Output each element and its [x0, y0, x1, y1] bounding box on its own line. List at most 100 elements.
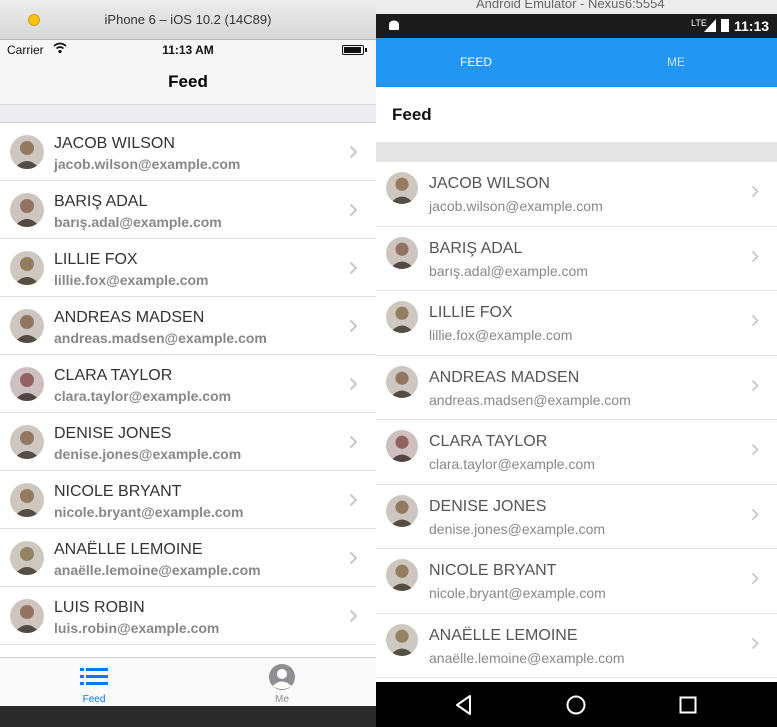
- user-name: CLARA TAYLOR: [429, 433, 548, 450]
- avatar: [10, 599, 44, 633]
- signal-icon: [704, 19, 716, 32]
- list-item[interactable]: BARIŞ ADAL barış.adal@example.com: [0, 181, 376, 239]
- simulator-title-bar: iPhone 6 – iOS 10.2 (14C89): [0, 0, 376, 40]
- tab-me-label: ME: [667, 55, 685, 69]
- tab-feed[interactable]: Feed: [0, 658, 188, 707]
- list-section-header: [0, 104, 376, 123]
- tab-feed[interactable]: FEED: [376, 38, 576, 87]
- user-name: ANDREAS MADSEN: [54, 309, 205, 326]
- user-email: barış.adal@example.com: [54, 214, 222, 230]
- chevron-right-icon: [349, 609, 358, 623]
- ios-user-list[interactable]: JACOB WILSON jacob.wilson@example.com BA…: [0, 123, 376, 657]
- list-icon: [80, 668, 108, 685]
- status-time: 11:13 AM: [162, 43, 214, 57]
- list-item[interactable]: ANDREAS MADSEN andreas.madsen@example.co…: [376, 356, 777, 420]
- user-name: NICOLE BRYANT: [429, 562, 557, 579]
- tab-feed-label: FEED: [459, 55, 492, 69]
- list-item[interactable]: DENISE JONES denise.jones@example.com: [376, 485, 777, 549]
- list-item[interactable]: ANAËLLE LEMOINE anaëlle.lemoine@example.…: [0, 529, 376, 587]
- user-email: andreas.madsen@example.com: [54, 330, 267, 346]
- chevron-right-icon: [751, 637, 759, 649]
- user-email: anaëlle.lemoine@example.com: [429, 649, 625, 666]
- tab-me[interactable]: ME: [576, 38, 776, 87]
- avatar: [10, 425, 44, 459]
- user-name: ANAËLLE LEMOINE: [429, 626, 578, 644]
- home-icon[interactable]: [564, 693, 588, 717]
- list-item[interactable]: JACOB WILSON jacob.wilson@example.com: [0, 123, 376, 181]
- list-item[interactable]: NICOLE BRYANT nicole.bryant@example.com: [0, 471, 376, 529]
- list-item[interactable]: JACOB WILSON jacob.wilson@example.com: [376, 162, 777, 227]
- person-icon: [269, 664, 295, 690]
- user-name: JACOB WILSON: [429, 175, 550, 192]
- chevron-right-icon: [751, 443, 759, 456]
- android-navigation-bar: [376, 682, 777, 727]
- avatar: [10, 251, 44, 285]
- avatar: [386, 494, 418, 527]
- list-item[interactable]: ANAËLLE LEMOINE anaëlle.lemoine@example.…: [376, 614, 777, 678]
- avatar: [386, 623, 418, 656]
- list-item[interactable]: NICOLE BRYANT nicole.bryant@example.com: [376, 549, 777, 614]
- avatar: [386, 365, 418, 398]
- avatar: [10, 483, 44, 517]
- avatar: [10, 309, 44, 343]
- tab-me-label: Me: [275, 694, 289, 705]
- chevron-right-icon: [751, 314, 759, 327]
- page-title: Feed: [168, 72, 208, 91]
- user-name: LILLIE FOX: [54, 251, 138, 268]
- chevron-right-icon: [349, 551, 358, 565]
- user-email: barış.adal@example.com: [429, 262, 588, 279]
- user-name: ANAËLLE LEMOINE: [54, 541, 203, 558]
- chevron-right-icon: [751, 379, 759, 391]
- list-item[interactable]: DENISE JONES denise.jones@example.com: [0, 413, 376, 471]
- avatar: [386, 559, 418, 591]
- user-email: jacob.wilson@example.com: [429, 198, 603, 214]
- chevron-right-icon: [349, 319, 358, 333]
- tab-me[interactable]: Me: [188, 658, 376, 707]
- user-email: luis.robin@example.com: [54, 620, 220, 636]
- simulator-window-title: iPhone 6 – iOS 10.2 (14C89): [104, 12, 272, 27]
- user-email: anaëlle.lemoine@example.com: [54, 562, 261, 578]
- chevron-right-icon: [349, 377, 358, 391]
- user-name: CLARA TAYLOR: [54, 367, 173, 384]
- user-email: clara.taylor@example.com: [54, 388, 232, 404]
- android-status-bar: LTE 11:13: [376, 14, 777, 38]
- list-item[interactable]: ANDREAS MADSEN andreas.madsen@example.co…: [0, 297, 376, 355]
- user-name: BARIŞ ADAL: [429, 239, 523, 257]
- chevron-right-icon: [349, 493, 358, 507]
- user-email: jacob.wilson@example.com: [54, 156, 241, 172]
- android-user-list[interactable]: JACOB WILSON jacob.wilson@example.com BA…: [376, 162, 777, 682]
- ios-tab-bar: Feed Me: [0, 657, 376, 706]
- list-item[interactable]: LILLIE FOX lillie.fox@example.com: [0, 239, 376, 297]
- recent-apps-icon[interactable]: [676, 693, 700, 717]
- avatar: [10, 367, 44, 401]
- list-item[interactable]: CLARA TAYLOR clara.taylor@example.com: [0, 355, 376, 413]
- emulator-title-bar: Android Emulator - Nexus6:5554: [376, 0, 777, 14]
- battery-icon: [721, 19, 729, 32]
- user-email: lillie.fox@example.com: [429, 327, 573, 343]
- page-header: Feed: [376, 87, 777, 142]
- battery-icon: [342, 45, 367, 55]
- ios-simulator-window: iPhone 6 – iOS 10.2 (14C89) Carrier 11:1…: [0, 0, 376, 727]
- user-email: andreas.madsen@example.com: [429, 391, 631, 408]
- page-title: Feed: [392, 105, 432, 124]
- avatar: [386, 172, 418, 204]
- ios-navigation-bar: Feed: [0, 60, 376, 104]
- user-name: ANDREAS MADSEN: [429, 368, 580, 386]
- status-time: 11:13: [734, 18, 770, 34]
- simulator-bottom-edge: [0, 706, 376, 727]
- chevron-right-icon: [349, 435, 358, 449]
- android-tab-bar: FEED ME: [376, 38, 777, 124]
- list-section-header: [376, 142, 777, 162]
- list-item[interactable]: LUIS ROBIN luis.robin@example.com: [0, 587, 376, 645]
- ios-status-bar: Carrier 11:13 AM: [0, 40, 376, 60]
- back-icon[interactable]: [452, 693, 476, 717]
- list-item[interactable]: LILLIE FOX lillie.fox@example.com: [376, 291, 777, 356]
- list-item[interactable]: BARIŞ ADAL barış.adal@example.com: [376, 227, 777, 291]
- avatar: [10, 193, 44, 227]
- chevron-right-icon: [751, 250, 759, 262]
- user-email: denise.jones@example.com: [429, 520, 606, 537]
- user-name: DENISE JONES: [54, 425, 172, 442]
- user-name: BARIŞ ADAL: [54, 193, 148, 210]
- avatar: [386, 430, 418, 462]
- list-item[interactable]: CLARA TAYLOR clara.taylor@example.com: [376, 420, 777, 485]
